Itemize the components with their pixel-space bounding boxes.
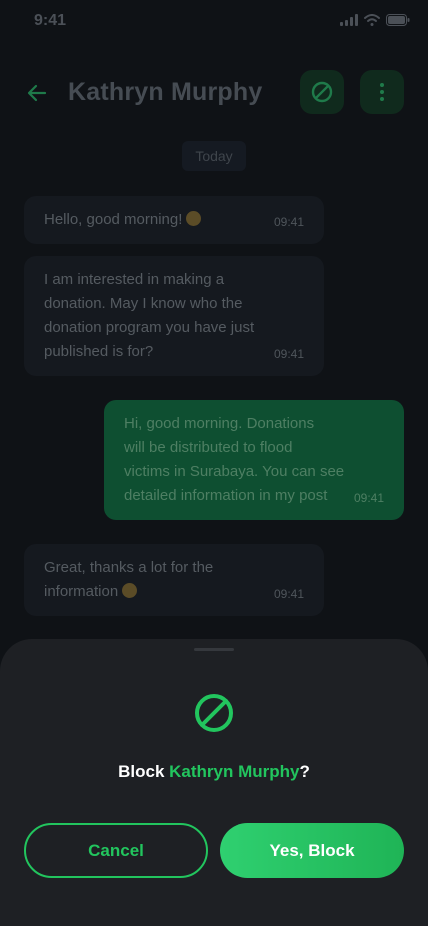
- message-bubble-incoming[interactable]: Hello, good morning! 09:41: [24, 196, 324, 244]
- message-text: I am interested in making a donation. Ma…: [44, 271, 255, 360]
- message-time: 09:41: [273, 347, 304, 361]
- message-bubble-incoming[interactable]: I am interested in making a donation. Ma…: [24, 256, 324, 376]
- message-text: Hello, good morning!: [44, 208, 202, 232]
- block-button[interactable]: [300, 70, 344, 114]
- wifi-icon: [364, 14, 380, 26]
- back-button[interactable]: [24, 80, 50, 106]
- grinning-face-icon: [122, 583, 138, 598]
- status-icons: [340, 14, 410, 26]
- date-divider: Today: [182, 141, 246, 171]
- message-text: Great, thanks a lot for the information: [44, 559, 214, 600]
- blocked-contact-name: Kathryn Murphy: [169, 762, 300, 781]
- block-icon: [311, 81, 333, 103]
- message-time: 09:41: [273, 215, 304, 229]
- confirm-block-button[interactable]: Yes, Block: [220, 823, 404, 878]
- message-text: Hi, good morning. Donations will be dist…: [124, 415, 345, 504]
- block-confirmation-title: Block Kathryn Murphy?: [118, 762, 310, 781]
- more-options-button[interactable]: [360, 70, 404, 114]
- chat-header: Kathryn Murphy: [0, 70, 428, 118]
- block-icon: [195, 694, 233, 732]
- grinning-face-icon: [186, 211, 202, 226]
- message-bubble-incoming[interactable]: Great, thanks a lot for the information …: [24, 544, 324, 616]
- status-time: 9:41: [34, 12, 67, 29]
- status-bar: 9:41: [0, 0, 428, 44]
- arrow-left-icon: [27, 84, 47, 102]
- contact-name: Kathryn Murphy: [68, 78, 263, 106]
- message-bubble-outgoing[interactable]: Hi, good morning. Donations will be dist…: [104, 400, 404, 520]
- more-vertical-icon: [380, 83, 384, 101]
- cancel-button[interactable]: Cancel: [24, 823, 208, 878]
- battery-icon: [386, 14, 410, 26]
- message-time: 09:41: [353, 491, 384, 505]
- sheet-drag-handle[interactable]: [194, 648, 234, 651]
- message-time: 09:41: [273, 587, 304, 601]
- signal-icon: [340, 14, 358, 26]
- block-confirmation-sheet: Block Kathryn Murphy? Cancel Yes, Block: [0, 639, 428, 926]
